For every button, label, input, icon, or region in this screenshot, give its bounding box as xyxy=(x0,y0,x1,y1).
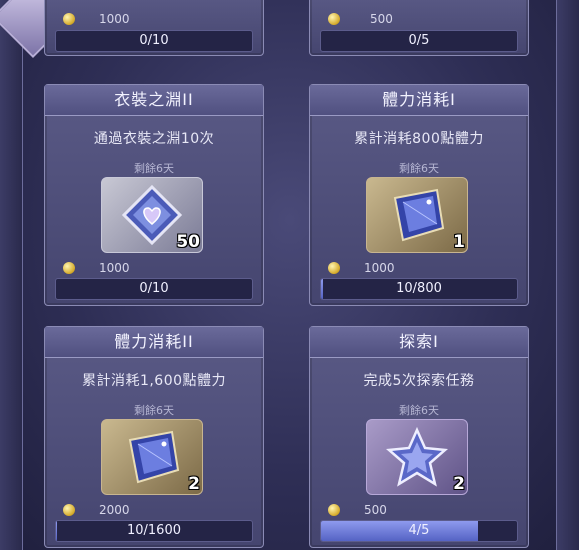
blue-crystal-icon xyxy=(393,188,445,242)
left-frame xyxy=(0,0,23,550)
task-description: 累計消耗800點體力 xyxy=(354,131,484,147)
reward-item-slot[interactable]: 2 xyxy=(101,419,203,495)
task-card: 500 0/5 xyxy=(309,0,529,56)
coin-icon xyxy=(328,504,340,516)
task-card-explore-1[interactable]: 探索I 完成5次探索任務 剩餘6天 2 500 4/5 xyxy=(309,326,529,548)
task-title: 衣裝之淵II xyxy=(45,85,263,116)
coin-icon xyxy=(63,262,75,274)
progress-bar: 10/1600 xyxy=(55,520,253,542)
progress-bar: 0/10 xyxy=(55,30,253,52)
reward-amount: 2000 xyxy=(99,503,130,517)
progress-text: 4/5 xyxy=(408,523,430,538)
item-quantity: 2 xyxy=(453,474,465,494)
time-remaining: 剩餘6天 xyxy=(399,162,439,175)
progress-bar: 0/5 xyxy=(320,30,518,52)
reward-amount: 500 xyxy=(370,12,393,26)
blue-crystal-icon xyxy=(128,430,180,484)
progress-text: 10/800 xyxy=(396,281,442,296)
task-card-outfit-abyss[interactable]: 衣裝之淵II 通過衣裝之淵10次 剩餘6天 50 1000 0/10 xyxy=(44,84,264,306)
time-remaining: 剩餘6天 xyxy=(134,162,174,175)
task-card-stamina-1[interactable]: 體力消耗I 累計消耗800點體力 剩餘6天 1 1000 10/800 xyxy=(309,84,529,306)
progress-text: 0/10 xyxy=(139,281,169,296)
reward-item-slot[interactable]: 1 xyxy=(366,177,468,253)
task-title: 體力消耗I xyxy=(310,85,528,116)
right-frame xyxy=(556,0,579,550)
heart-crystal-icon xyxy=(121,184,183,246)
reward-amount: 1000 xyxy=(99,261,130,275)
coin-icon xyxy=(328,262,340,274)
task-title: 探索I xyxy=(310,327,528,358)
time-remaining: 剩餘6天 xyxy=(399,404,439,417)
progress-bar: 10/800 xyxy=(320,278,518,300)
progress-text: 0/10 xyxy=(139,33,169,48)
reward-item-slot[interactable]: 50 xyxy=(101,177,203,253)
item-quantity: 1 xyxy=(453,232,465,252)
coin-icon xyxy=(63,504,75,516)
task-card: 1000 0/10 xyxy=(44,0,264,56)
time-remaining: 剩餘6天 xyxy=(134,404,174,417)
progress-bar: 4/5 xyxy=(320,520,518,542)
reward-amount: 1000 xyxy=(364,261,395,275)
task-card-stamina-2[interactable]: 體力消耗II 累計消耗1,600點體力 剩餘6天 2 2000 10/1600 xyxy=(44,326,264,548)
reward-amount: 500 xyxy=(364,503,387,517)
item-quantity: 2 xyxy=(188,474,200,494)
reward-item-slot[interactable]: 2 xyxy=(366,419,468,495)
task-title: 體力消耗II xyxy=(45,327,263,358)
star-emblem-icon xyxy=(385,426,449,487)
coin-icon xyxy=(63,13,75,25)
reward-amount: 1000 xyxy=(99,12,130,26)
task-description: 通過衣裝之淵10次 xyxy=(93,131,215,147)
progress-text: 0/5 xyxy=(408,33,430,48)
coin-icon xyxy=(328,13,340,25)
progress-bar: 0/10 xyxy=(55,278,253,300)
task-description: 完成5次探索任務 xyxy=(363,373,475,389)
progress-text: 10/1600 xyxy=(126,523,181,538)
item-quantity: 50 xyxy=(176,232,200,252)
task-description: 累計消耗1,600點體力 xyxy=(81,373,227,389)
